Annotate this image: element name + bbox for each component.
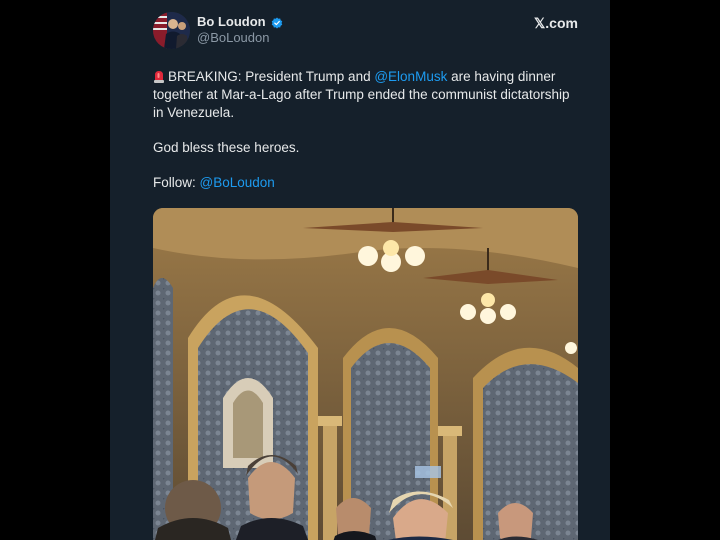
tweet-text: BREAKING: President Trump and @ElonMusk … bbox=[153, 68, 573, 209]
tweet-media-image[interactable] bbox=[153, 208, 578, 540]
follow-label: Follow: bbox=[153, 175, 200, 190]
tweet-paragraph-breaking: BREAKING: President Trump and @ElonMusk … bbox=[153, 68, 573, 122]
author-name[interactable]: Bo Loudon bbox=[197, 14, 266, 29]
avatar[interactable] bbox=[153, 12, 190, 49]
siren-emoji-icon bbox=[153, 70, 165, 83]
x-com-link[interactable]: 𝕏.com bbox=[534, 15, 578, 32]
tweet-paragraph-follow: Follow: @BoLoudon bbox=[153, 174, 573, 192]
author-handle[interactable]: @BoLoudon bbox=[197, 30, 269, 45]
tweet-text-prefix: BREAKING: President Trump and bbox=[168, 69, 375, 84]
author-name-row: Bo Loudon bbox=[197, 14, 283, 29]
verified-badge-icon bbox=[271, 16, 283, 28]
avatar-image bbox=[153, 12, 190, 49]
mention-elonmusk[interactable]: @ElonMusk bbox=[374, 69, 447, 84]
tweet-paragraph-blessing: God bless these heroes. bbox=[153, 140, 300, 155]
mention-boloudon[interactable]: @BoLoudon bbox=[200, 175, 275, 190]
tweet-card: Bo Loudon @BoLoudon 𝕏.com BREAKING: Pres… bbox=[110, 0, 610, 540]
